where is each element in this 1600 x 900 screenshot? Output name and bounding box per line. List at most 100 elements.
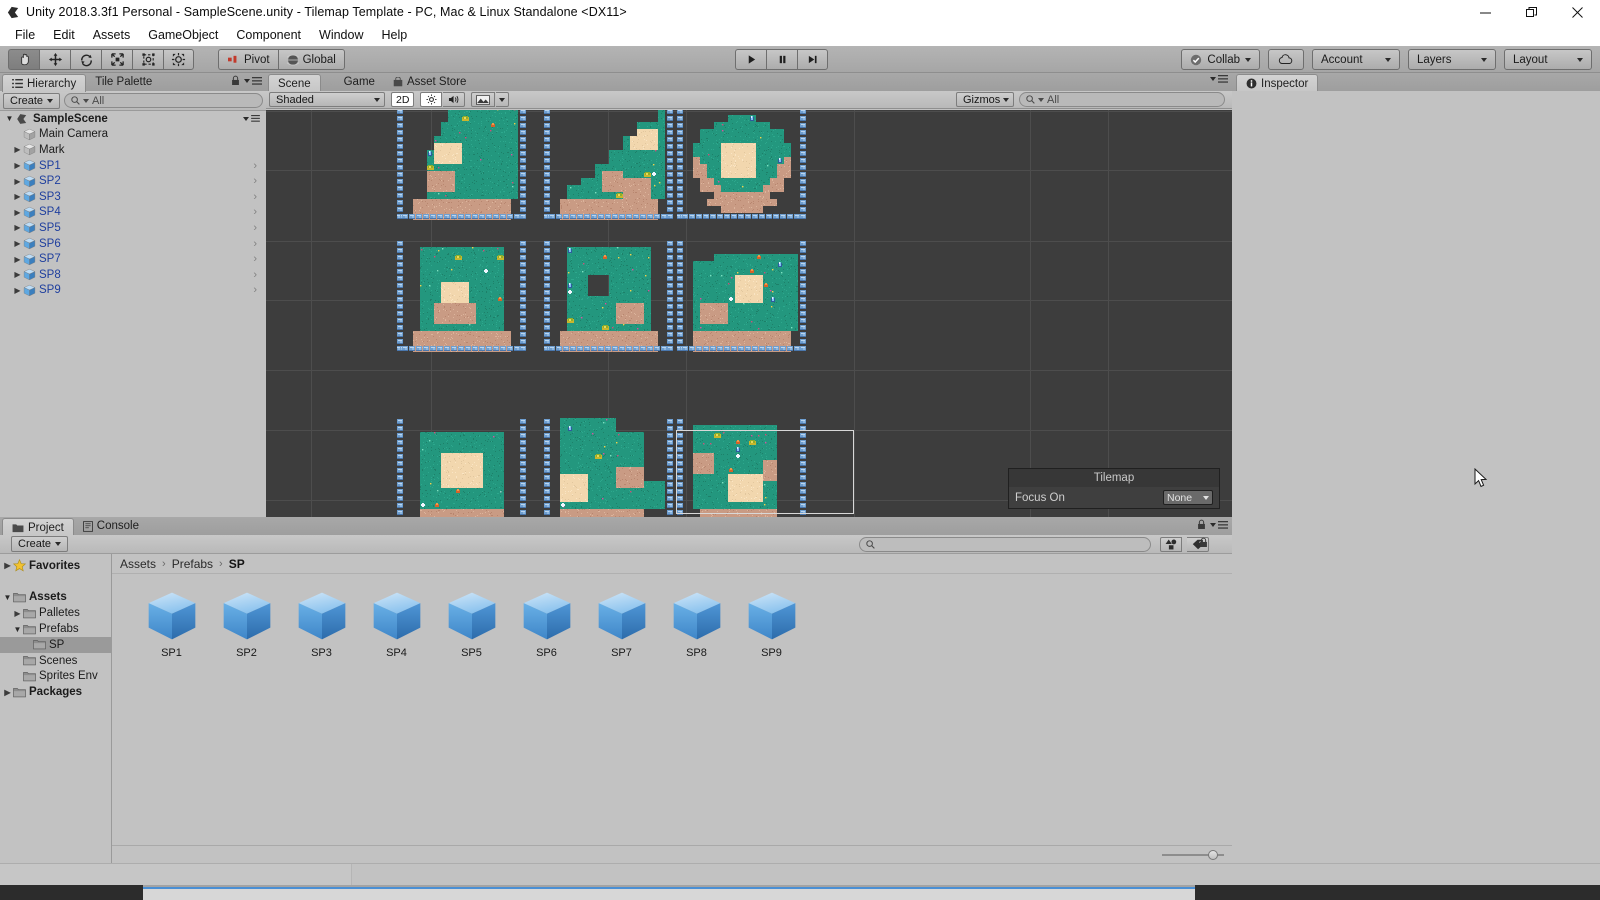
chevron-right-icon[interactable]: ▶: [12, 239, 23, 248]
asset-item-sp9[interactable]: SP9: [734, 588, 809, 659]
move-tool-icon[interactable]: [39, 49, 70, 70]
hierarchy-search-input[interactable]: All: [64, 93, 263, 108]
chevron-right-icon[interactable]: ▶: [12, 208, 23, 217]
scene-menu-icon[interactable]: [251, 115, 260, 123]
asset-item-sp5[interactable]: SP5: [434, 588, 509, 659]
menu-window[interactable]: Window: [310, 26, 372, 44]
chevron-right-icon[interactable]: ▶: [12, 609, 23, 618]
gizmos-dropdown[interactable]: Gizmos: [956, 92, 1014, 107]
chevron-right-icon[interactable]: ▶: [12, 145, 23, 154]
menu-gameobject[interactable]: GameObject: [139, 26, 227, 44]
project-tree-item-sp[interactable]: SP: [0, 636, 111, 653]
chevron-right-icon[interactable]: ▶: [12, 255, 23, 264]
menu-file[interactable]: File: [6, 26, 44, 44]
project-menu-icon[interactable]: [1210, 520, 1228, 529]
scene-effects-toggle[interactable]: [471, 92, 496, 107]
chevron-right-icon[interactable]: ▶: [2, 561, 13, 570]
filter-by-type-button[interactable]: [1160, 536, 1182, 552]
lock-icon[interactable]: [1197, 519, 1206, 530]
hierarchy-item-mark[interactable]: ▶ Mark: [0, 142, 266, 158]
hierarchy-item-sp7[interactable]: ▶ SP7 ›: [0, 251, 266, 267]
hierarchy-item-sp6[interactable]: ▶ SP6 ›: [0, 236, 266, 252]
lock-icon[interactable]: [231, 75, 240, 86]
hierarchy-item-sp4[interactable]: ▶ SP4 ›: [0, 205, 266, 221]
step-button[interactable]: [797, 49, 828, 70]
tilemap-island-sp8[interactable]: [544, 418, 674, 517]
scene-viewport[interactable]: Tilemap Focus On None: [266, 110, 1232, 517]
prefab-chevron-icon[interactable]: ›: [253, 206, 257, 218]
menu-assets[interactable]: Assets: [84, 26, 140, 44]
asset-item-sp7[interactable]: SP7: [584, 588, 659, 659]
project-lock-icon[interactable]: [1199, 537, 1208, 548]
project-tree-item-palletes[interactable]: ▶ Palletes: [0, 605, 111, 621]
project-folder-tree[interactable]: ▶ Favorites ▼ Assets ▶ Palletes ▼ Prefabs SP Scen…: [0, 554, 112, 863]
scale-tool-icon[interactable]: [101, 49, 132, 70]
chevron-right-icon[interactable]: ▶: [12, 161, 23, 170]
breadcrumb-item-assets[interactable]: Assets: [120, 557, 156, 571]
cloud-button[interactable]: [1268, 49, 1304, 70]
focus-on-dropdown[interactable]: None: [1163, 490, 1213, 505]
chevron-right-icon[interactable]: ▶: [2, 688, 13, 697]
scene-effects-dropdown[interactable]: [496, 92, 510, 107]
breadcrumb-item-sp[interactable]: SP: [229, 557, 245, 571]
asset-item-sp8[interactable]: SP8: [659, 588, 734, 659]
scene-menu-icon[interactable]: [1210, 75, 1228, 83]
tab-scene[interactable]: Scene: [268, 74, 321, 92]
prefab-chevron-icon[interactable]: ›: [253, 238, 257, 250]
account-button[interactable]: Account: [1312, 49, 1400, 70]
menu-help[interactable]: Help: [372, 26, 416, 44]
chevron-down-icon[interactable]: ▼: [2, 593, 13, 602]
pause-button[interactable]: [766, 49, 797, 70]
chevron-right-icon[interactable]: ▶: [12, 192, 23, 201]
hierarchy-item-sp9[interactable]: ▶ SP9 ›: [0, 283, 266, 299]
close-button[interactable]: [1554, 0, 1600, 24]
collab-button[interactable]: Collab: [1181, 49, 1260, 70]
hierarchy-item-sp1[interactable]: ▶ SP1 ›: [0, 158, 266, 174]
asset-zoom-slider[interactable]: [1162, 849, 1224, 860]
layout-button[interactable]: Layout: [1504, 49, 1592, 70]
project-tree-item-packages[interactable]: ▶ Packages: [0, 684, 111, 700]
tilemap-island-sp6[interactable]: [677, 240, 807, 362]
hierarchy-menu-icon[interactable]: [244, 76, 262, 85]
global-button[interactable]: Global: [277, 49, 345, 70]
project-create-button[interactable]: Create: [11, 536, 69, 552]
project-tree-item-prefabs[interactable]: ▼ Prefabs: [0, 621, 111, 637]
scene-audio-toggle[interactable]: [443, 92, 466, 107]
chevron-down-icon[interactable]: ▼: [12, 625, 23, 634]
asset-item-sp4[interactable]: SP4: [359, 588, 434, 659]
hierarchy-item-sp3[interactable]: ▶ SP3 ›: [0, 189, 266, 205]
tilemap-island-sp1[interactable]: [397, 110, 527, 230]
transform-tool-icon[interactable]: [163, 49, 194, 70]
scene-lighting-toggle[interactable]: [420, 92, 443, 107]
layers-button[interactable]: Layers: [1408, 49, 1496, 70]
hierarchy-item-sp8[interactable]: ▶ SP8 ›: [0, 267, 266, 283]
project-tree-item-sprites-env[interactable]: Sprites Env: [0, 669, 111, 685]
breadcrumb-item-prefabs[interactable]: Prefabs: [172, 557, 213, 571]
prefab-chevron-icon[interactable]: ›: [253, 191, 257, 203]
chevron-right-icon[interactable]: ▶: [12, 270, 23, 279]
project-tree-item-favorites[interactable]: ▶ Favorites: [0, 558, 111, 574]
project-tree-item-assets[interactable]: ▼ Assets: [0, 590, 111, 606]
play-button[interactable]: [735, 49, 766, 70]
breadcrumb[interactable]: Assets › Prefabs › SP: [112, 554, 1232, 574]
scene-search-input[interactable]: All: [1019, 92, 1225, 107]
chevron-right-icon[interactable]: ▶: [12, 177, 23, 186]
hierarchy-item-sp5[interactable]: ▶ SP5 ›: [0, 220, 266, 236]
prefab-chevron-icon[interactable]: ›: [253, 284, 257, 296]
maximize-button[interactable]: [1508, 0, 1554, 24]
hierarchy-create-button[interactable]: Create: [3, 92, 61, 109]
menu-edit[interactable]: Edit: [44, 26, 84, 44]
project-search-input[interactable]: [859, 536, 1151, 552]
tab-console[interactable]: Console: [74, 517, 148, 535]
hand-tool-icon[interactable]: [8, 49, 39, 70]
chevron-down-icon[interactable]: ▼: [4, 114, 15, 123]
tilemap-island-sp4[interactable]: [397, 240, 527, 362]
tab-tile-palette[interactable]: Tile Palette: [86, 73, 161, 91]
minimize-button[interactable]: [1462, 0, 1508, 24]
rotate-tool-icon[interactable]: [70, 49, 101, 70]
asset-zoom-knob[interactable]: [1207, 849, 1218, 860]
tilemap-island-sp3[interactable]: [677, 110, 807, 230]
draw-mode-dropdown[interactable]: Shaded: [269, 92, 385, 107]
chevron-right-icon[interactable]: ▶: [12, 286, 23, 295]
tab-hierarchy[interactable]: Hierarchy: [2, 74, 87, 92]
